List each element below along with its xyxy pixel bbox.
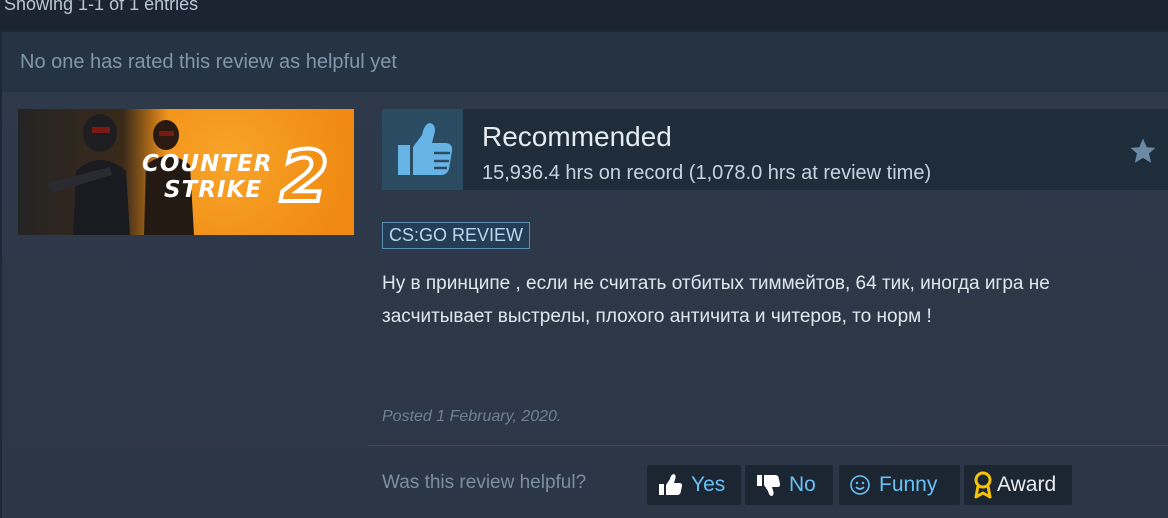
posted-date: Posted 1 February, 2020. xyxy=(382,408,562,425)
award-button[interactable]: Award xyxy=(964,465,1072,505)
vote-no-label: No xyxy=(789,473,816,496)
listing-header: Showing 1-1 of 1 entries xyxy=(0,0,1168,30)
helpful-summary-bar: No one has rated this review as helpful … xyxy=(2,32,1168,92)
helpful-question: Was this review helpful? xyxy=(382,472,587,493)
game-logo-number: 2 xyxy=(278,136,331,218)
helpful-summary-text: No one has rated this review as helpful … xyxy=(20,51,397,73)
thumbs-up-icon xyxy=(659,474,683,495)
vote-funny-button[interactable]: Funny xyxy=(839,465,960,505)
review-verdict: Recommended xyxy=(482,121,672,152)
award-icon xyxy=(974,471,992,499)
vote-no-button[interactable]: No xyxy=(745,465,833,505)
smiley-icon xyxy=(850,475,870,495)
review-text: Ну в принципе , если не считать отбитых … xyxy=(382,273,1050,327)
star-icon[interactable] xyxy=(1128,136,1158,166)
thumbs-down-icon xyxy=(757,475,781,496)
game-capsule-image[interactable]: COUNTER STRIKE 2 xyxy=(18,109,354,235)
vote-funny-label: Funny xyxy=(879,473,938,496)
playtime-text: 15,936.4 hrs on record (1,078.0 hrs at r… xyxy=(482,162,932,184)
entries-count-text: Showing 1-1 of 1 entries xyxy=(4,0,199,14)
review-card: No one has rated this review as helpful … xyxy=(2,32,1168,518)
vote-yes-button[interactable]: Yes xyxy=(647,465,741,505)
divider xyxy=(368,445,1168,446)
csgo-review-badge: CS:GO REVIEW xyxy=(382,222,531,249)
game-logo-line1: COUNTER xyxy=(142,151,273,177)
game-logo-line2: STRIKE xyxy=(164,177,263,203)
review-verdict-header[interactable]: Recommended 15,936.4 hrs on record (1,07… xyxy=(382,109,1168,190)
vote-yes-label: Yes xyxy=(691,473,726,496)
thumbs-up-icon xyxy=(382,109,463,190)
award-label: Award xyxy=(997,473,1057,496)
